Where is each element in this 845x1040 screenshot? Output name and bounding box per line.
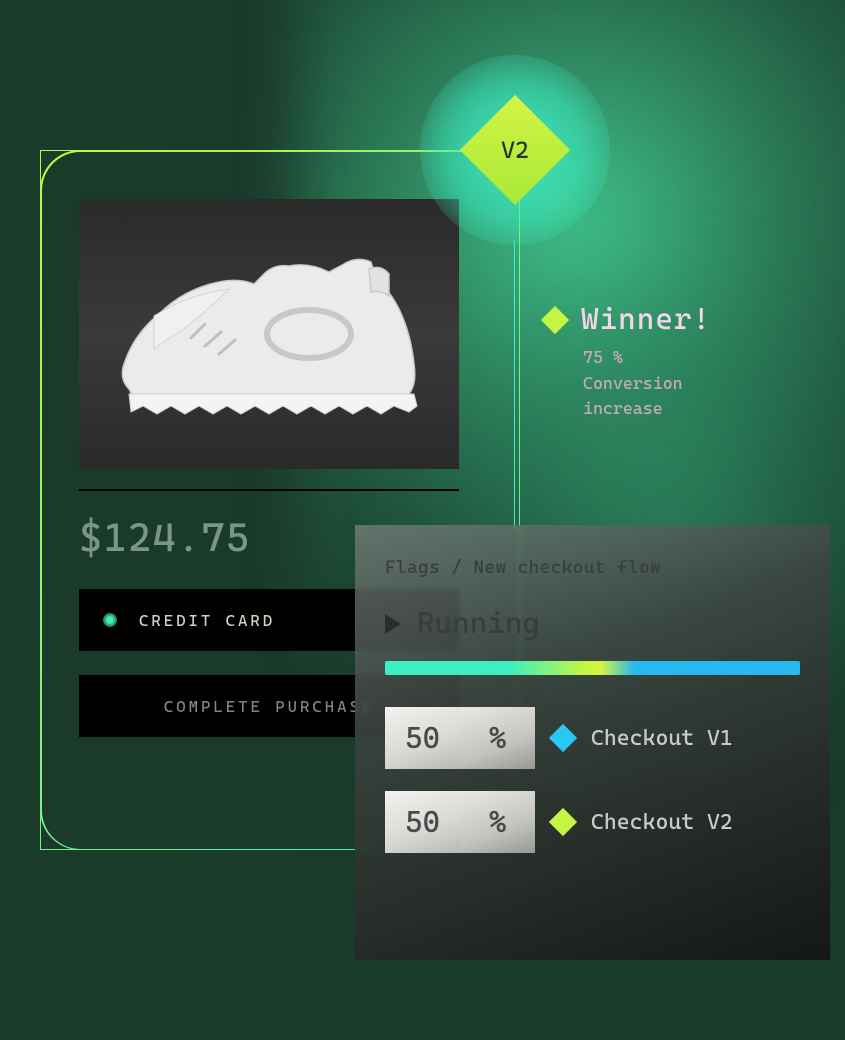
variant-row-v1: 50 % Checkout V1 — [385, 707, 800, 769]
winner-metric-line3: increase — [583, 396, 711, 422]
percent-symbol: % — [460, 791, 535, 853]
radio-selected-icon — [103, 613, 117, 627]
winner-callout: Winner! 75 % Conversion increase — [545, 302, 711, 422]
breadcrumb-current: New checkout flow — [473, 557, 661, 578]
cta-label: COMPLETE PURCHASE — [164, 697, 374, 716]
variant-row-v2: 50 % Checkout V2 — [385, 791, 800, 853]
breadcrumb-separator: / — [440, 557, 473, 578]
status-text: Running — [417, 606, 540, 641]
winner-metric-line1: 75 % — [583, 345, 711, 371]
breadcrumb[interactable]: Flags / New checkout flow — [385, 557, 800, 578]
winner-metric-line2: Conversion — [583, 371, 711, 397]
diamond-icon — [549, 724, 577, 752]
product-image — [79, 199, 459, 469]
divider — [79, 489, 459, 491]
payment-method-label: CREDIT CARD — [139, 611, 275, 630]
percent-input-v2[interactable]: 50 % — [385, 791, 535, 853]
status-row: Running — [385, 606, 800, 641]
traffic-split-bar — [385, 661, 800, 675]
breadcrumb-section: Flags — [385, 557, 440, 578]
percent-input-v1[interactable]: 50 % — [385, 707, 535, 769]
percent-value: 50 — [385, 707, 460, 769]
variant-label: Checkout V2 — [591, 810, 733, 835]
percent-symbol: % — [460, 707, 535, 769]
percent-value: 50 — [385, 791, 460, 853]
play-icon — [385, 614, 401, 634]
sneaker-illustration — [99, 234, 439, 434]
variant-label: Checkout V1 — [591, 726, 733, 751]
diamond-icon — [549, 808, 577, 836]
diamond-icon — [541, 305, 569, 333]
flags-panel: Flags / New checkout flow Running 50 % C… — [355, 525, 830, 960]
winner-title: Winner! — [581, 302, 711, 337]
variant-badge-label: V2 — [501, 136, 529, 164]
